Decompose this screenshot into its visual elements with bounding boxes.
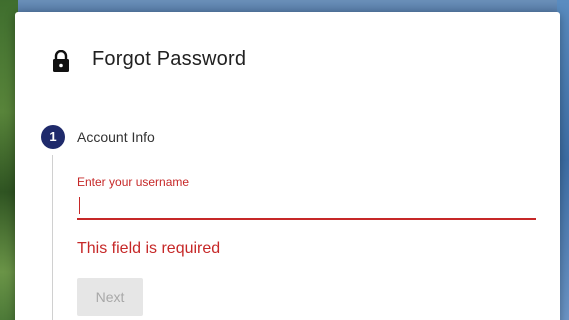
username-field-label: Enter your username bbox=[77, 175, 190, 189]
text-caret bbox=[79, 197, 80, 214]
dialog-title: Forgot Password bbox=[92, 48, 247, 70]
lock-icon bbox=[52, 49, 70, 72]
step-connector-line bbox=[52, 155, 53, 320]
next-button[interactable]: Next bbox=[77, 278, 143, 316]
username-error-message: This field is required bbox=[77, 240, 221, 257]
forgot-password-dialog: Forgot Password 1 Account Info Enter you… bbox=[15, 12, 560, 320]
step-number-badge: 1 bbox=[41, 125, 65, 149]
step-label: Account Info bbox=[77, 129, 155, 145]
username-input[interactable] bbox=[77, 192, 536, 220]
